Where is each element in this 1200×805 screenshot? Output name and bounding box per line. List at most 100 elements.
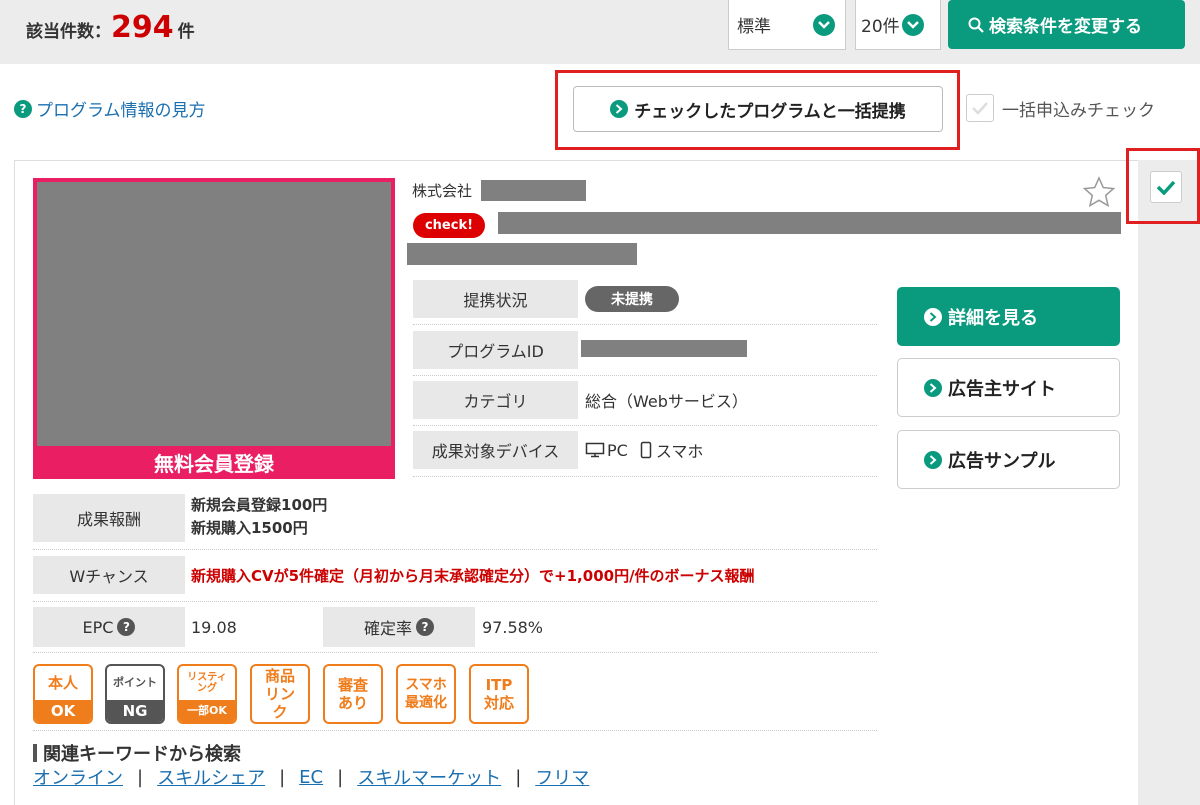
divider (33, 652, 877, 653)
reward-values: 新規会員登録100円 新規購入1500円 (191, 494, 327, 540)
smartphone-icon (640, 441, 652, 459)
result-count: 該当件数： 294 件 (26, 10, 195, 45)
ad-sample-label: 広告サンプル (948, 450, 1056, 472)
arrow-right-icon (924, 378, 942, 397)
view-detail-button[interactable]: 詳細を見る (897, 287, 1120, 346)
keyword-link[interactable]: スキルマーケット (357, 764, 501, 790)
tag-self-purchase: 本人 OK (33, 664, 93, 724)
help-icon[interactable]: ? (416, 618, 434, 636)
tag-status: OK (35, 700, 91, 722)
epc-value: 19.08 (191, 617, 237, 637)
keyword-link[interactable]: スキルシェア (157, 764, 265, 790)
advertiser-name: 株式会社 (412, 180, 472, 201)
card-select-column (1138, 160, 1200, 805)
device-sp: スマホ (655, 442, 704, 461)
program-title-redacted[interactable] (407, 243, 637, 265)
divider (413, 324, 877, 325)
sort-select[interactable]: 標準 (728, 0, 846, 50)
tag-product-link: 商品リンク (250, 664, 310, 724)
partner-status-badge: 未提携 (585, 286, 679, 312)
category-label: カテゴリ (413, 381, 578, 419)
tag-listing: リスティング 一部OK (177, 664, 237, 724)
bulk-partner-label: チェックしたプログラムと一括提携 (634, 101, 906, 122)
reward-line: 新規会員登録100円 (191, 496, 328, 514)
result-count-value: 294 (111, 10, 174, 45)
keyword-link[interactable]: フリマ (535, 764, 589, 790)
divider (413, 375, 877, 376)
thumbnail-caption: 無料会員登録 (33, 446, 395, 479)
change-search-button[interactable]: 検索条件を変更する (948, 0, 1185, 49)
heading-bar (33, 744, 37, 762)
keyword-link[interactable]: EC (299, 767, 323, 788)
arrow-right-icon (610, 100, 629, 118)
help-icon[interactable]: ? (117, 618, 136, 636)
ad-sample-button[interactable]: 広告サンプル (897, 430, 1120, 489)
reward-line: 新規購入1500円 (191, 519, 308, 537)
tag-title: 本人 (47, 674, 78, 692)
program-info-guide-label: プログラム情報の見方 (36, 101, 206, 121)
result-count-unit: 件 (177, 22, 195, 42)
program-id-redacted (581, 340, 747, 357)
approval-rate-label: 確定率 ? (323, 607, 475, 647)
result-count-label: 該当件数： (26, 22, 111, 42)
approval-rate-label-text: 確定率 (363, 619, 412, 638)
related-keywords-list: オンライン | スキルシェア | EC | スキルマーケット | フリマ (33, 764, 589, 790)
wchance-label: Wチャンス (33, 556, 185, 594)
related-keywords-title: 関連キーワードから検索 (43, 744, 241, 765)
chevron-down-icon (813, 13, 835, 36)
device-value: PC スマホ (585, 431, 703, 469)
checkbox-icon (966, 94, 994, 122)
category-value: 総合（Webサービス） (585, 392, 748, 411)
advertiser-site-button[interactable]: 広告主サイト (897, 358, 1120, 417)
divider (413, 476, 877, 477)
tag-point: ポイント NG (105, 664, 165, 724)
search-icon (968, 17, 984, 33)
program-id-label: プログラムID (413, 331, 578, 369)
bulk-apply-checkbox[interactable]: 一括申込みチェック (966, 94, 1155, 122)
divider (33, 601, 877, 602)
advertiser-site-label: 広告主サイト (948, 378, 1056, 400)
approval-rate-value: 97.58% (482, 617, 544, 637)
separator: | (137, 766, 144, 788)
per-page-select[interactable]: 20件 (855, 0, 941, 50)
tag-smartphone-optimized: スマホ最適化 (396, 664, 456, 724)
sort-select-value: 標準 (737, 17, 771, 37)
program-info-guide-link[interactable]: ? プログラム情報の見方 (14, 96, 206, 121)
advertiser-prefix: 株式会社 (412, 182, 473, 200)
check-icon (1156, 180, 1176, 195)
keyword-link[interactable]: オンライン (33, 764, 123, 790)
epc-label: EPC ? (33, 607, 185, 647)
change-search-label: 検索条件を変更する (989, 17, 1142, 37)
bulk-partner-button[interactable]: チェックしたプログラムと一括提携 (573, 86, 943, 132)
arrow-right-icon (924, 307, 942, 326)
program-title-redacted[interactable] (498, 212, 1121, 234)
tag-title: ポイント (113, 676, 157, 689)
redacted-text (481, 180, 586, 201)
tag-review: 審査あり (323, 664, 383, 724)
reward-label: 成果報酬 (33, 494, 185, 542)
bulk-apply-label: 一括申込みチェック (1002, 100, 1155, 121)
arrow-right-icon (924, 450, 942, 469)
separator: | (279, 766, 286, 788)
divider (33, 730, 877, 731)
tag-itp: ITP対応 (469, 664, 529, 724)
pc-icon (585, 442, 605, 458)
check-badge: check! (413, 213, 485, 238)
per-page-select-value: 20件 (861, 17, 900, 37)
epc-label-text: EPC (82, 617, 114, 637)
separator: | (515, 766, 522, 788)
partner-status-label: 提携状況 (413, 280, 578, 318)
question-icon: ? (14, 99, 32, 118)
program-thumbnail[interactable] (33, 178, 395, 478)
divider (33, 549, 877, 550)
tag-status: 一部OK (179, 700, 235, 722)
favorite-star-icon[interactable] (1082, 176, 1116, 212)
tag-status: NG (107, 700, 163, 722)
related-keywords-heading: 関連キーワードから検索 (33, 740, 241, 766)
tag-title: リスティング (187, 672, 227, 694)
wchance-text: 新規購入CVが5件確定（月初から月末承認確定分）で+1,000円/件のボーナス報… (191, 566, 755, 585)
device-pc: PC (607, 440, 628, 460)
separator: | (337, 766, 344, 788)
device-label: 成果対象デバイス (413, 431, 578, 469)
program-select-checkbox[interactable] (1150, 171, 1182, 203)
